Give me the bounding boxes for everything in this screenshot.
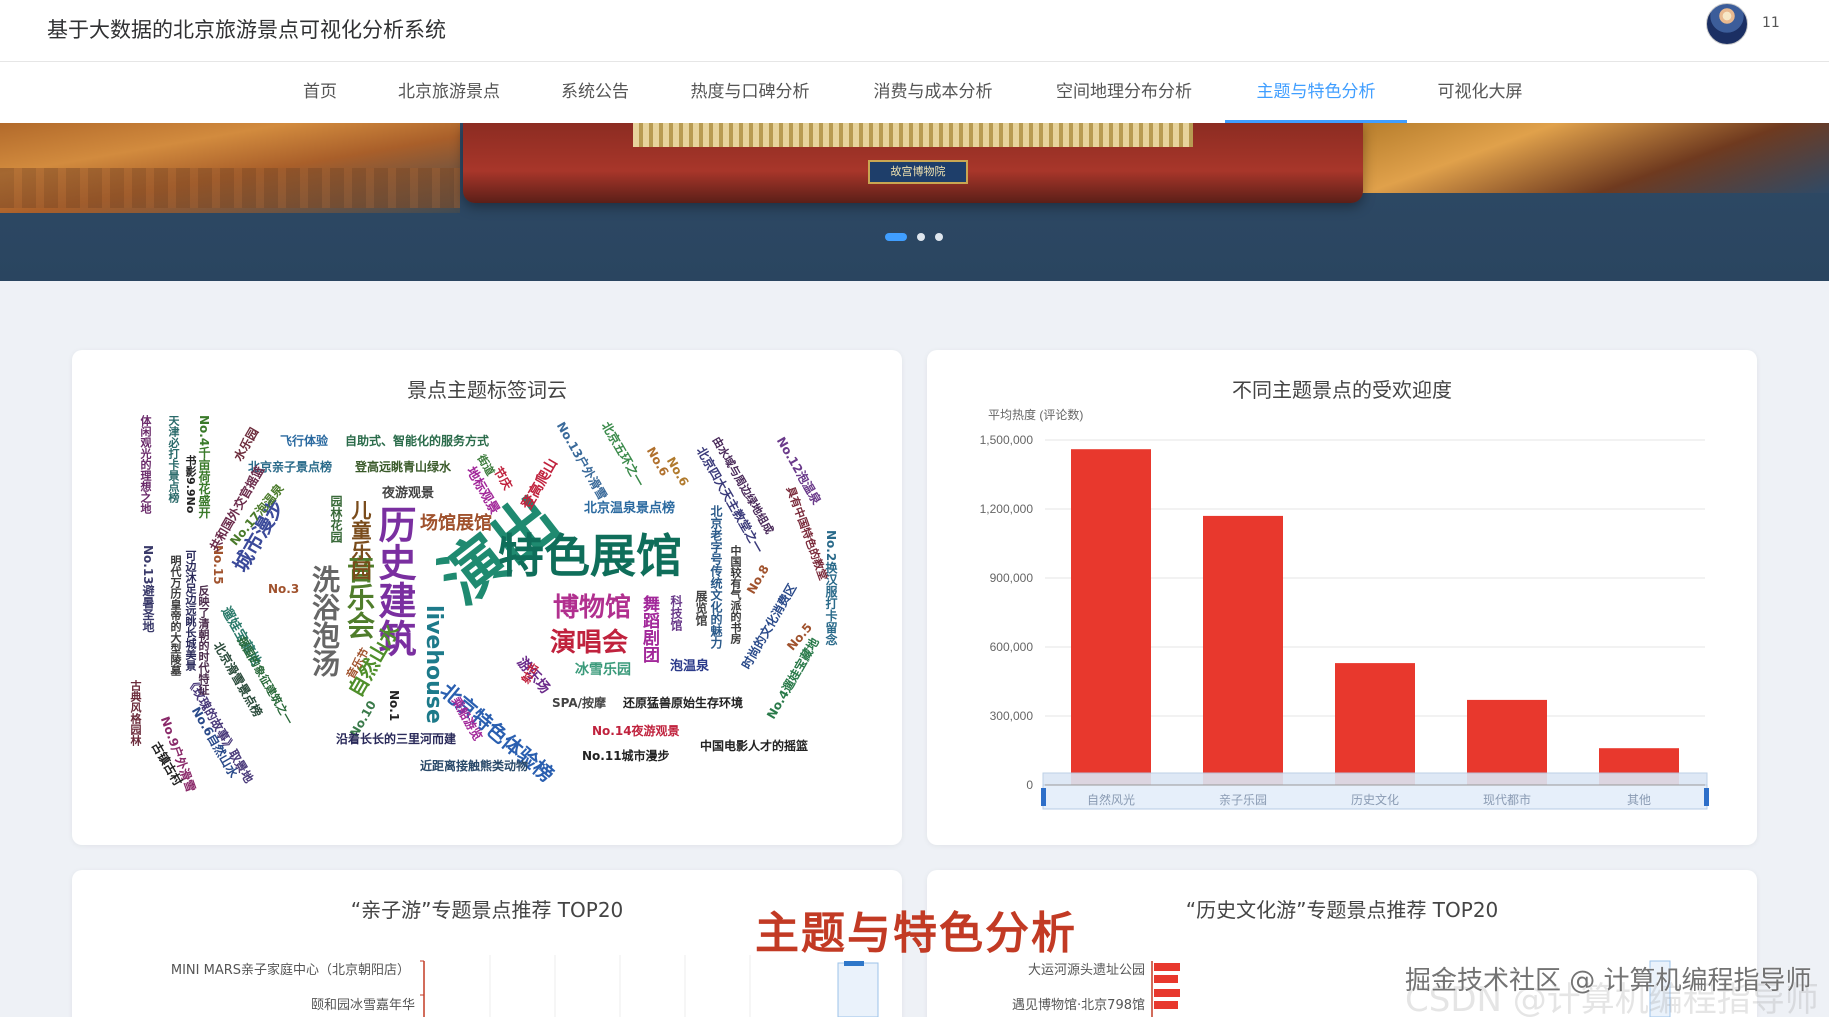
user-avatar[interactable] [1706, 3, 1748, 45]
word: livehouse [421, 605, 446, 724]
word: No.8 [744, 562, 772, 597]
nav-popularity-reputation[interactable]: 热度与口碑分析 [675, 62, 825, 123]
word: 儿童乐园 [348, 500, 372, 580]
word: No.1 [387, 690, 401, 722]
word: 泡温泉 [670, 659, 710, 674]
word: 园林花园 [329, 495, 343, 543]
word: 沿着长长的三里河而建 [336, 732, 457, 746]
word: SPA/按摩 [552, 696, 607, 710]
history-item-2: 遇见博物馆·北京798馆 [1012, 998, 1145, 1013]
banner-carousel[interactable]: 故宫博物院 [0, 123, 1829, 281]
word: 博物馆 [553, 593, 632, 623]
word: 北京五环之一 [598, 419, 647, 489]
nav-announcements[interactable]: 系统公告 [548, 62, 642, 123]
word: 中国电影人才的摇篮 [700, 739, 809, 753]
word: 明代万历皇帝的大型陵墓 [169, 555, 182, 676]
nav-spatial-distribution[interactable]: 空间地理分布分析 [1040, 62, 1208, 123]
word: 可边沐足边远眺长城美景 [184, 550, 197, 671]
app-title: 基于大数据的北京旅游景点可视化分析系统 [47, 18, 446, 42]
word: No.2换汉服打卡留念 [824, 530, 838, 646]
word: 舞蹈剧团 [639, 595, 659, 663]
carousel-dot-1[interactable] [885, 233, 907, 241]
word: 展览馆 [694, 590, 708, 626]
main-nav: 首页 北京旅游景点 系统公告 热度与口碑分析 消费与成本分析 空间地理分布分析 … [0, 62, 1829, 123]
word: 时尚的文化消费区 [739, 581, 800, 672]
word: 特色展馆 [498, 529, 682, 583]
word: 飞行体验 [280, 434, 329, 448]
word: 水乐园 [231, 425, 262, 464]
nav-home[interactable]: 首页 [289, 62, 351, 123]
section-overlay-title: 主题与特色分析 [755, 908, 1077, 959]
nav-consumption-cost[interactable]: 消费与成本分析 [858, 62, 1008, 123]
word: 北京老字号传统文化的魅力 [709, 505, 723, 649]
word: 夜游观景 [382, 486, 435, 501]
word: No.3 [268, 582, 300, 596]
word: 北京温泉景点榜 [584, 501, 676, 516]
top-bar: 基于大数据的北京旅游景点可视化分析系统 11 [0, 0, 1829, 62]
word: 冰雪乐园 [575, 662, 631, 678]
word: 洗浴泡汤 [308, 565, 341, 677]
source-watermark: 掘金技术社区 @ 计算机编程指导师 [1405, 966, 1812, 996]
word: 近距离接触熊类动物 [420, 759, 529, 773]
word: 还原猛兽原始生存环境 [623, 696, 744, 710]
nav-theme-features[interactable]: 主题与特色分析 [1225, 62, 1407, 123]
wall-texture [0, 168, 460, 208]
word: 天津必打卡景点榜 [167, 415, 180, 503]
word: No.13户外滑雪 [553, 419, 610, 503]
word: No.13避暑圣地 [141, 545, 155, 633]
nav-visual-dashboard[interactable]: 可视化大屏 [1420, 62, 1540, 123]
word: 古典风格园林 [129, 680, 142, 746]
family-item-1: MINI MARS亲子家庭中心（北京朝阳店） [170, 963, 410, 978]
nav-beijing-attractions[interactable]: 北京旅游景点 [384, 62, 514, 123]
word: 书影9.9No [184, 455, 197, 514]
word: 登高远眺青山绿水 [355, 460, 452, 474]
popularity-chart-card: 不同主题景点的受欢迎度 [927, 350, 1757, 845]
word: 体闲观光的理想之地 [139, 415, 152, 514]
popularity-chart-title: 不同主题景点的受欢迎度 [1232, 378, 1452, 402]
carousel-slide[interactable]: 故宫博物院 [463, 123, 1363, 203]
user-name[interactable]: 11 [1762, 15, 1780, 31]
word: 自助式、智能化的服务方式 [345, 434, 490, 448]
palace-roof-image [1360, 123, 1829, 193]
word: 科技馆 [669, 595, 683, 631]
word: No.4千亩荷花盛开 [197, 415, 211, 519]
word: 中国较有气派的书房 [729, 545, 742, 644]
carousel-dot-2[interactable] [917, 233, 925, 241]
slide-plaque: 故宫博物院 [868, 160, 968, 184]
wordcloud-title: 景点主题标签词云 [407, 378, 567, 402]
word: 场馆展馆 [420, 513, 492, 534]
word: 演唱会 [550, 628, 629, 658]
slide-eave [633, 123, 1193, 147]
family-item-2: 颐和园冰雪嘉年华 [310, 998, 415, 1013]
word: 反映了清朝的时代特征 [197, 585, 210, 695]
family-chart-axis [420, 955, 879, 1017]
carousel-dot-3[interactable] [935, 233, 943, 241]
history-item-1: 大运河源头遗址公园 [1027, 963, 1145, 978]
word: No.14夜游观景 [592, 724, 680, 738]
wordcloud: 演出 特色展馆 历史建筑 博物馆 演唱会 音乐会 洗浴泡汤 livehouse … [129, 415, 850, 794]
word: No.11城市漫步 [582, 749, 670, 763]
